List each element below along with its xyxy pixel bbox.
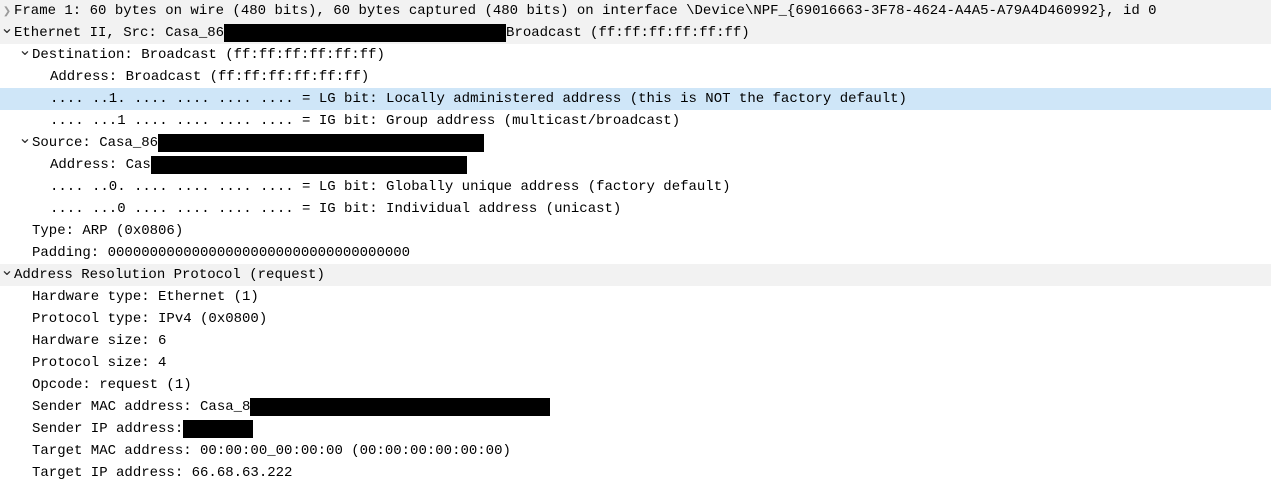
- redacted-block: [158, 134, 484, 152]
- arp-summary: Address Resolution Protocol (request): [14, 264, 325, 286]
- collapse-icon[interactable]: [18, 132, 32, 155]
- eth-src-summary-prefix: Source: Casa_86: [32, 132, 158, 154]
- eth-src-address-row[interactable]: Address: Cas: [0, 154, 1271, 176]
- arp-hwtype-row[interactable]: Hardware type: Ethernet (1): [0, 286, 1271, 308]
- arp-target-ip: Target IP address: 66.68.63.222: [32, 462, 292, 484]
- arp-sender-ip-row[interactable]: Sender IP address:: [0, 418, 1271, 440]
- frame-summary-text: Frame 1: 60 bytes on wire (480 bits), 60…: [14, 0, 1157, 22]
- arp-protosize: Protocol size: 4: [32, 352, 166, 374]
- eth-dst-address-row[interactable]: Address: Broadcast (ff:ff:ff:ff:ff:ff): [0, 66, 1271, 88]
- eth-dst-igbit-row[interactable]: .... ...1 .... .... .... .... = IG bit: …: [0, 110, 1271, 132]
- arp-prototype: Protocol type: IPv4 (0x0800): [32, 308, 267, 330]
- eth-summary-suffix: Broadcast (ff:ff:ff:ff:ff:ff): [506, 22, 750, 44]
- eth-padding: Padding: 0000000000000000000000000000000…: [32, 242, 410, 264]
- eth-dst-row[interactable]: Destination: Broadcast (ff:ff:ff:ff:ff:f…: [0, 44, 1271, 66]
- arp-target-mac-row[interactable]: Target MAC address: 00:00:00_00:00:00 (0…: [0, 440, 1271, 462]
- arp-sender-mac-prefix: Sender MAC address: Casa_8: [32, 396, 250, 418]
- eth-src-row[interactable]: Source: Casa_86: [0, 132, 1271, 154]
- eth-summary-prefix: Ethernet II, Src: Casa_86: [14, 22, 224, 44]
- eth-padding-row[interactable]: Padding: 0000000000000000000000000000000…: [0, 242, 1271, 264]
- collapse-icon[interactable]: [18, 44, 32, 67]
- eth-src-igbit-row[interactable]: .... ...0 .... .... .... .... = IG bit: …: [0, 198, 1271, 220]
- eth-dst-lgbit-row[interactable]: .... ..1. .... .... .... .... = LG bit: …: [0, 88, 1271, 110]
- eth-type-row[interactable]: Type: ARP (0x0806): [0, 220, 1271, 242]
- arp-summary-row[interactable]: Address Resolution Protocol (request): [0, 264, 1271, 286]
- eth-src-lgbit: .... ..0. .... .... .... .... = LG bit: …: [50, 176, 731, 198]
- eth-dst-address: Address: Broadcast (ff:ff:ff:ff:ff:ff): [50, 66, 369, 88]
- arp-hwsize: Hardware size: 6: [32, 330, 166, 352]
- eth-type: Type: ARP (0x0806): [32, 220, 183, 242]
- arp-prototype-row[interactable]: Protocol type: IPv4 (0x0800): [0, 308, 1271, 330]
- arp-protosize-row[interactable]: Protocol size: 4: [0, 352, 1271, 374]
- collapse-icon[interactable]: [0, 22, 14, 45]
- arp-hwsize-row[interactable]: Hardware size: 6: [0, 330, 1271, 352]
- redacted-block: [151, 156, 467, 174]
- frame-summary-row[interactable]: Frame 1: 60 bytes on wire (480 bits), 60…: [0, 0, 1271, 22]
- collapse-icon[interactable]: [0, 264, 14, 287]
- redacted-block: [250, 398, 550, 416]
- arp-hwtype: Hardware type: Ethernet (1): [32, 286, 259, 308]
- eth-dst-lgbit: .... ..1. .... .... .... .... = LG bit: …: [50, 88, 907, 110]
- arp-target-ip-row[interactable]: Target IP address: 66.68.63.222: [0, 462, 1271, 484]
- packet-details-tree: Frame 1: 60 bytes on wire (480 bits), 60…: [0, 0, 1271, 484]
- eth-src-lgbit-row[interactable]: .... ..0. .... .... .... .... = LG bit: …: [0, 176, 1271, 198]
- eth-dst-igbit: .... ...1 .... .... .... .... = IG bit: …: [50, 110, 680, 132]
- eth-src-address-prefix: Address: Cas: [50, 154, 151, 176]
- arp-sender-ip-prefix: Sender IP address:: [32, 418, 183, 440]
- arp-opcode: Opcode: request (1): [32, 374, 192, 396]
- redacted-block: [183, 420, 253, 438]
- redacted-block: [224, 24, 506, 42]
- eth-dst-summary: Destination: Broadcast (ff:ff:ff:ff:ff:f…: [32, 44, 385, 66]
- eth-summary-row[interactable]: Ethernet II, Src: Casa_86 Broadcast (ff:…: [0, 22, 1271, 44]
- arp-sender-mac-row[interactable]: Sender MAC address: Casa_8: [0, 396, 1271, 418]
- arp-opcode-row[interactable]: Opcode: request (1): [0, 374, 1271, 396]
- arp-target-mac: Target MAC address: 00:00:00_00:00:00 (0…: [32, 440, 511, 462]
- eth-src-igbit: .... ...0 .... .... .... .... = IG bit: …: [50, 198, 621, 220]
